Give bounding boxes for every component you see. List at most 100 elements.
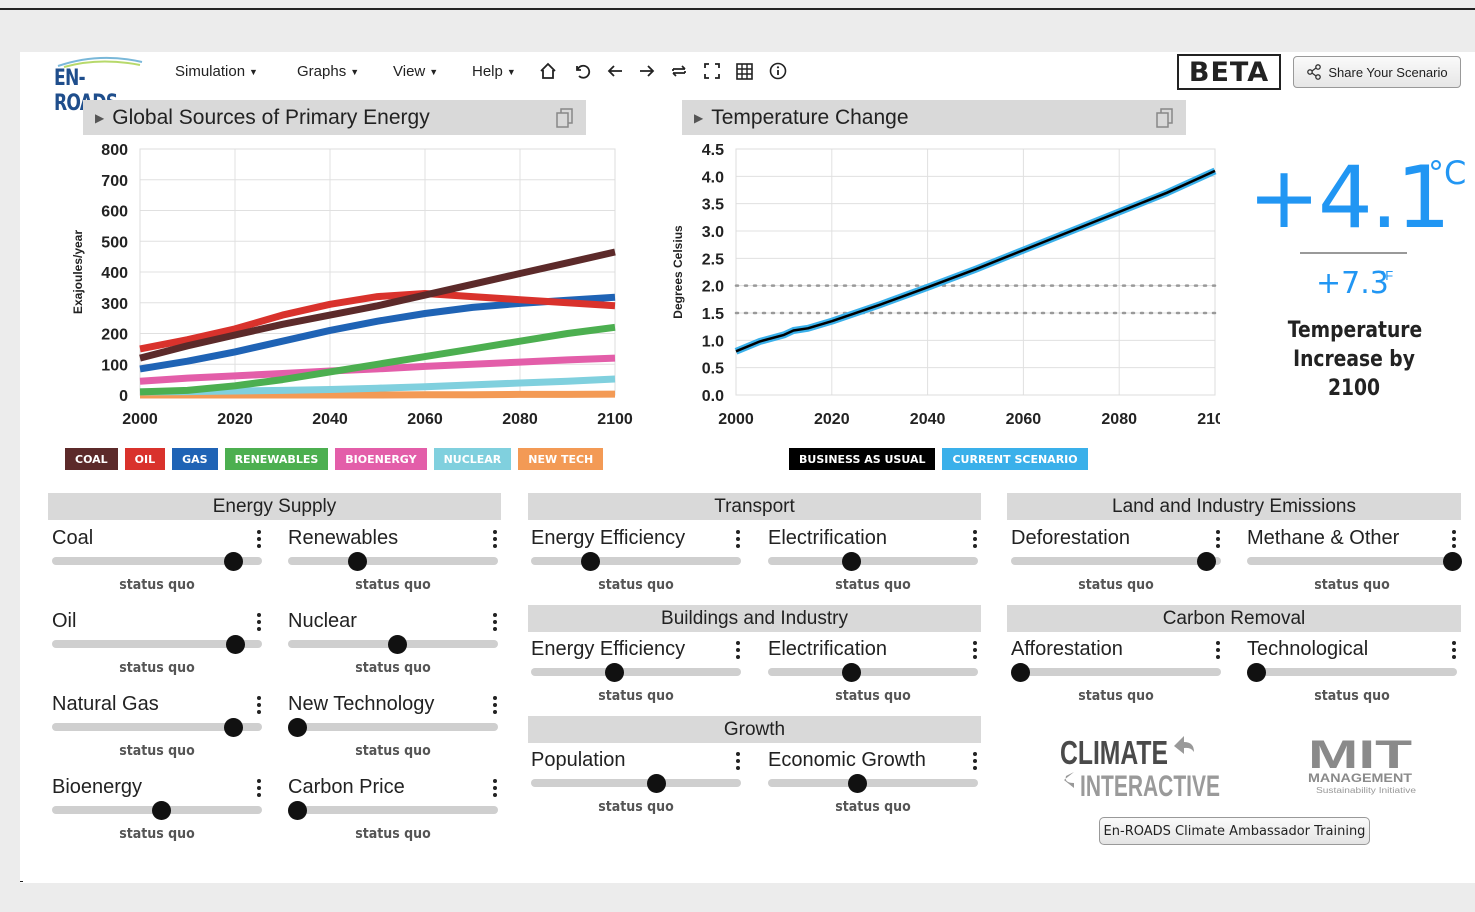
more-options-icon[interactable] [971, 640, 979, 660]
slider-track[interactable] [1247, 557, 1457, 565]
more-options-icon[interactable] [491, 695, 499, 715]
slider-label: Electrification [768, 638, 887, 660]
slider-track[interactable] [288, 557, 498, 565]
slider-handle[interactable] [1247, 663, 1266, 682]
copy-icon[interactable] [556, 108, 574, 128]
menu-view[interactable]: View ▼ [393, 63, 438, 80]
status-quo-label: status quo [1078, 577, 1154, 593]
slider-handle[interactable] [647, 774, 666, 793]
slider-handle[interactable] [842, 663, 861, 682]
slider-handle[interactable] [842, 552, 861, 571]
slider-handle[interactable] [224, 552, 243, 571]
slider-track[interactable] [768, 557, 978, 565]
more-options-icon[interactable] [255, 612, 263, 632]
slider-handle[interactable] [581, 552, 600, 571]
more-options-icon[interactable] [734, 640, 742, 660]
slider-handle[interactable] [388, 635, 407, 654]
status-quo-label: status quo [119, 743, 195, 759]
slider-track[interactable] [768, 779, 978, 787]
x-tick-label: 2040 [312, 411, 348, 428]
more-options-icon[interactable] [1214, 640, 1222, 660]
more-options-icon[interactable] [255, 529, 263, 549]
more-options-icon[interactable] [491, 778, 499, 798]
mit-management-logo[interactable]: MIT MANAGEMENT Sustainability Initiative [1304, 732, 1424, 802]
slider-buildings-energy-efficiency: Energy Efficiency status quo [528, 638, 741, 708]
legend-item-gas[interactable]: GAS [172, 448, 218, 470]
expand-triangle-icon[interactable]: ▶ [694, 111, 703, 125]
slider-track[interactable] [768, 668, 978, 676]
more-options-icon[interactable] [491, 612, 499, 632]
forward-arrow-icon[interactable] [636, 60, 658, 82]
slider-handle[interactable] [1197, 552, 1216, 571]
menu-view-label: View [393, 63, 426, 80]
more-options-icon[interactable] [255, 778, 263, 798]
graph2-titlebar[interactable]: ▶ Temperature Change [682, 100, 1186, 135]
share-scenario-button[interactable]: Share Your Scenario [1293, 56, 1461, 88]
grid-icon[interactable] [733, 60, 755, 82]
more-options-icon[interactable] [734, 751, 742, 771]
more-options-icon[interactable] [255, 695, 263, 715]
slider-handle[interactable] [152, 801, 171, 820]
legend-item-bioenergy[interactable]: BIOENERGY [335, 448, 427, 470]
slider-handle[interactable] [348, 552, 367, 571]
slider-track[interactable] [531, 779, 741, 787]
more-options-icon[interactable] [734, 529, 742, 549]
more-options-icon[interactable] [971, 751, 979, 771]
y-tick-label: 4.0 [702, 169, 724, 186]
slider-track[interactable] [531, 557, 741, 565]
slider-track[interactable] [1011, 668, 1221, 676]
slider-handle[interactable] [288, 718, 307, 737]
menu-help[interactable]: Help ▼ [472, 63, 516, 80]
slider-track[interactable] [288, 806, 498, 814]
legend-item-new-tech[interactable]: NEW TECH [518, 448, 604, 470]
slider-handle[interactable] [224, 718, 243, 737]
slider-track[interactable] [288, 723, 498, 731]
graph1-titlebar[interactable]: ▶ Global Sources of Primary Energy [83, 100, 586, 135]
ci-arrow-icon-2 [1064, 772, 1074, 788]
legend-item-coal[interactable]: COAL [65, 448, 118, 470]
y-tick-label: 1.0 [702, 333, 724, 350]
slider-track[interactable] [1247, 668, 1457, 676]
menu-simulation[interactable]: Simulation ▼ [175, 63, 258, 80]
menu-simulation-label: Simulation [175, 63, 246, 80]
copy-icon[interactable] [1156, 108, 1174, 128]
legend-item-renewables[interactable]: RENEWABLES [224, 448, 329, 470]
slider-handle[interactable] [605, 663, 624, 682]
legend-item-oil[interactable]: OIL [124, 448, 166, 470]
more-options-icon[interactable] [1450, 529, 1458, 549]
y-tick-label: 1.5 [702, 306, 724, 323]
climate-interactive-logo[interactable]: CLIMATE INTERACTIVE [1054, 732, 1224, 803]
expand-triangle-icon[interactable]: ▶ [95, 111, 104, 125]
temperature-label-line2: Increase by [1293, 347, 1415, 372]
slider-track[interactable] [531, 668, 741, 676]
slider-handle[interactable] [1443, 552, 1462, 571]
slider-renewables: Renewables status quo [285, 527, 498, 597]
slider-handle[interactable] [848, 774, 867, 793]
slider-label: Energy Efficiency [531, 638, 686, 660]
slider-track[interactable] [1011, 557, 1221, 565]
graph1-legend: COAL OIL GAS RENEWABLES BIOENERGY NUCLEAR NEW … [65, 448, 604, 470]
more-options-icon[interactable] [971, 529, 979, 549]
navbar: EN-ROADS Simulation▼ Graphs▼ View▼ Help▼ [20, 52, 1475, 116]
menu-help-label: Help [472, 63, 503, 80]
chart-2: 0.0 0.5 1.0 1.5 2.0 2.5 3.0 3.5 4.0 4.5 2000 2020 20… [671, 142, 1220, 428]
slider-handle[interactable] [1011, 663, 1030, 682]
info-icon[interactable] [767, 60, 789, 82]
swap-icon[interactable] [668, 60, 690, 82]
legend-item-current-scenario[interactable]: CURRENT SCENARIO [942, 448, 1088, 470]
more-options-icon[interactable] [491, 529, 499, 549]
slider-label: Oil [52, 610, 77, 632]
undo-icon[interactable] [571, 60, 593, 82]
back-arrow-icon[interactable] [604, 60, 626, 82]
slider-handle[interactable] [288, 801, 307, 820]
legend-item-business-as-usual[interactable]: BUSINESS AS USUAL [789, 448, 936, 470]
legend-item-nuclear[interactable]: NUCLEAR [433, 448, 512, 470]
more-options-icon[interactable] [1214, 529, 1222, 549]
fullscreen-icon[interactable] [701, 60, 723, 82]
climate-ambassador-training-button[interactable]: En-ROADS Climate Ambassador Training [1099, 817, 1370, 845]
menu-graphs[interactable]: Graphs ▼ [297, 63, 359, 80]
slider-handle[interactable] [226, 635, 245, 654]
en-roads-logo[interactable]: EN-ROADS [50, 54, 150, 116]
home-icon[interactable] [537, 60, 559, 82]
more-options-icon[interactable] [1450, 640, 1458, 660]
